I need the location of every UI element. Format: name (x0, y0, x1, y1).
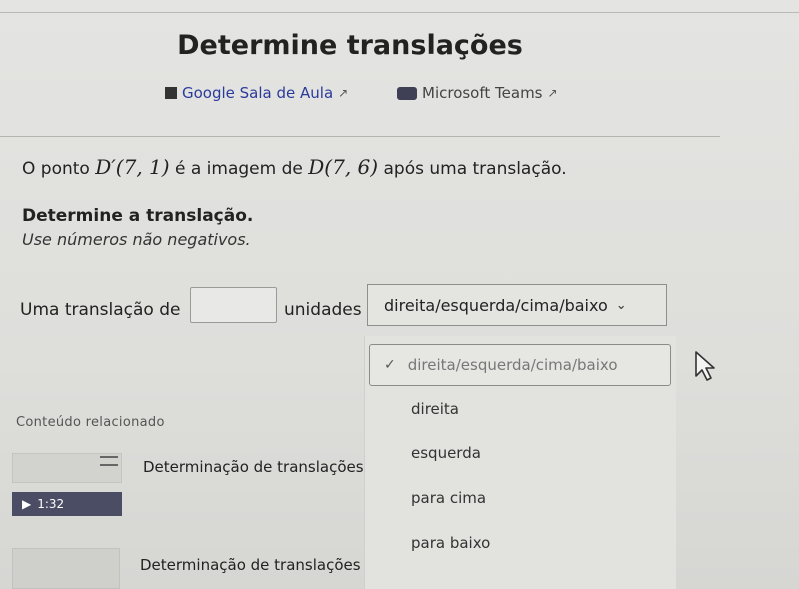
related-content-heading: Conteúdo relacionado (16, 415, 165, 430)
point-original: D(7, 6) (308, 155, 379, 179)
microsoft-teams-label: Microsoft Teams (422, 84, 543, 102)
translation-amount-input[interactable] (190, 287, 277, 323)
section-divider (0, 136, 720, 137)
play-icon: ▶ (22, 497, 32, 511)
problem-intro: O ponto (22, 159, 90, 179)
dropdown-option-para-baixo[interactable]: para baixo (411, 534, 490, 552)
dropdown-option-direita[interactable]: direita (411, 400, 459, 418)
dropdown-selected-option[interactable]: ✓ direita/esquerda/cima/baixo (369, 344, 671, 386)
external-link-icon: ↗ (338, 86, 349, 100)
problem-statement: O ponto D′(7, 1) é a imagem de D(7, 6) a… (22, 155, 567, 179)
dropdown-option-esquerda[interactable]: esquerda (411, 444, 481, 462)
check-icon: ✓ (384, 357, 396, 373)
direction-dropdown: ✓ direita/esquerda/cima/baixo direita es… (364, 336, 676, 589)
hint: Use números não negativos. (22, 230, 251, 249)
answer-prefix: Uma translação de (20, 300, 181, 320)
microsoft-teams-link[interactable]: Microsoft Teams ↗ (397, 84, 558, 102)
problem-middle: é a imagem de (175, 159, 303, 179)
video-duration: 1:32 (37, 497, 65, 511)
point-image: D′(7, 1) (95, 155, 170, 179)
top-divider (0, 12, 799, 13)
share-links: Google Sala de Aula ↗ Microsoft Teams ↗ (165, 84, 625, 106)
direction-select-value: direita/esquerda/cima/baixo (384, 295, 608, 315)
google-classroom-link[interactable]: Google Sala de Aula ↗ (165, 84, 348, 102)
related-item-1-title[interactable]: Determinação de translações (143, 458, 364, 476)
article-icon (100, 456, 118, 466)
direction-select[interactable]: direita/esquerda/cima/baixo ⌄ (367, 284, 667, 326)
video-duration-badge[interactable]: ▶ 1:32 (12, 492, 122, 516)
google-classroom-label: Google Sala de Aula (182, 84, 334, 102)
instruction: Determine a translação. (22, 206, 254, 226)
external-link-icon: ↗ (547, 86, 558, 100)
dropdown-option-para-cima[interactable]: para cima (411, 489, 486, 507)
units-label: unidades (284, 300, 362, 320)
page-title: Determine translações (177, 30, 523, 61)
mouse-pointer-icon (695, 351, 715, 381)
page: Determine translações Google Sala de Aul… (0, 0, 799, 589)
chevron-down-icon: ⌄ (615, 297, 627, 313)
problem-end: após uma translação. (383, 159, 567, 179)
teams-icon (397, 86, 417, 100)
dropdown-selected-label: direita/esquerda/cima/baixo (407, 356, 618, 374)
classroom-icon (165, 87, 177, 99)
related-thumbnail[interactable] (12, 548, 120, 589)
related-item-2-title[interactable]: Determinação de translações (140, 556, 361, 574)
